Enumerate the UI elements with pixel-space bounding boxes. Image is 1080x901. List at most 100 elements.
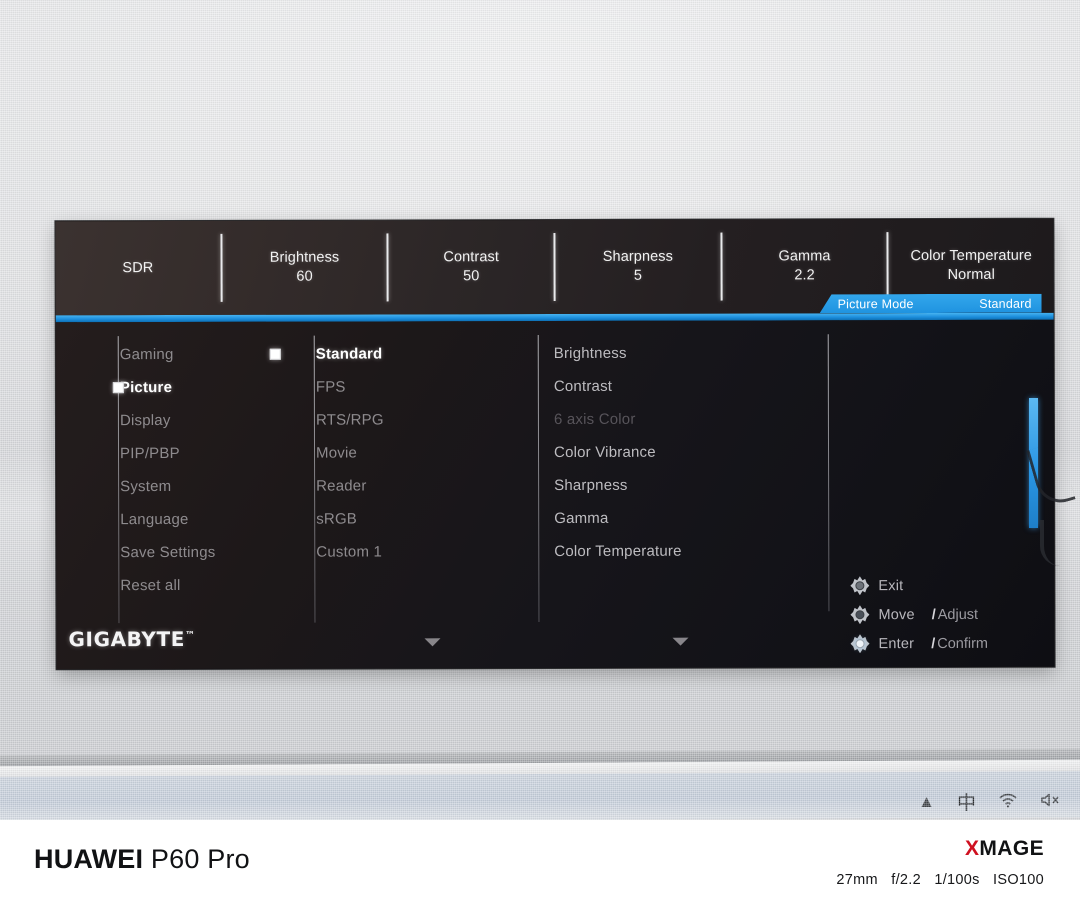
joystick-enter-icon bbox=[850, 634, 869, 653]
status-value: Normal bbox=[947, 266, 995, 283]
status-item-contrast: Contrast 50 bbox=[389, 248, 554, 286]
setting-item-brightness[interactable]: Brightness bbox=[554, 336, 828, 370]
xmage-text: MAGE bbox=[979, 837, 1044, 860]
menu-item-label: Brightness bbox=[553, 344, 627, 363]
osd-menu-body: Gaming Picture Display PIP/PBP System La… bbox=[55, 319, 1055, 670]
exif-shutter-speed: 1/100s bbox=[934, 872, 980, 888]
hint-label: Move bbox=[878, 606, 915, 623]
setting-item-color-temperature[interactable]: Color Temperature bbox=[554, 534, 828, 568]
menu-item-picture[interactable]: Picture bbox=[112, 371, 276, 404]
menu-item-label: Standard bbox=[315, 345, 383, 363]
status-title: Brightness bbox=[269, 250, 340, 267]
xmage-logo: XMAGE bbox=[965, 837, 1044, 861]
picture-mode-label: Picture Mode bbox=[837, 296, 914, 311]
status-value: 5 bbox=[633, 267, 643, 284]
status-title: Sharpness bbox=[602, 249, 674, 266]
menu-value-pane: Exit Move / Adjust Enter / Confirm bbox=[827, 320, 1055, 668]
setting-item-contrast[interactable]: Contrast bbox=[554, 369, 828, 403]
menu-item-reset-all[interactable]: Reset all bbox=[120, 569, 276, 602]
menu-item-label: Save Settings bbox=[120, 543, 216, 562]
status-title: SDR bbox=[122, 259, 154, 276]
status-item-gamma: Gamma 2.2 bbox=[722, 248, 887, 286]
status-value: 60 bbox=[296, 268, 313, 285]
hint-exit: Exit bbox=[850, 576, 988, 595]
device-credit: HUAWEI P60 Pro bbox=[34, 844, 250, 875]
joystick-exit-icon bbox=[850, 576, 869, 595]
setting-item-gamma[interactable]: Gamma bbox=[554, 501, 828, 535]
menu-item-label: Language bbox=[120, 510, 189, 529]
menu-item-label: Reader bbox=[316, 477, 367, 495]
gigabyte-logo: GIGABYTE™ bbox=[68, 627, 195, 651]
menu-item-pip-pbp[interactable]: PIP/PBP bbox=[120, 437, 276, 470]
menu-item-label: Movie bbox=[316, 444, 358, 462]
selection-marker bbox=[112, 382, 124, 394]
menu-item-display[interactable]: Display bbox=[120, 404, 276, 437]
selection-marker bbox=[269, 348, 281, 360]
menu-item-label: sRGB bbox=[316, 510, 358, 528]
monitor-osd-panel: SDR Brightness 60 Contrast 50 Sharpness … bbox=[55, 218, 1055, 670]
mode-item-rts-rpg[interactable]: RTS/RPG bbox=[316, 403, 538, 437]
menu-item-label: Color Temperature bbox=[554, 542, 682, 561]
hint-secondary: / Confirm bbox=[931, 635, 989, 652]
status-title: Color Temperature bbox=[910, 248, 1032, 265]
xmage-x: X bbox=[964, 837, 980, 860]
ime-chinese-icon[interactable]: 中 bbox=[957, 788, 976, 815]
picture-mode-value: Standard bbox=[979, 296, 1032, 311]
joystick-hints: Exit Move / Adjust Enter / Confirm bbox=[850, 576, 988, 653]
status-value: 2.2 bbox=[794, 267, 815, 284]
status-item-sdr: SDR bbox=[56, 259, 221, 278]
status-item-sharpness: Sharpness 5 bbox=[556, 248, 721, 286]
device-brand: HUAWEI bbox=[34, 844, 144, 874]
menu-item-gaming[interactable]: Gaming bbox=[120, 338, 276, 371]
gigabyte-wordmark: GIGABYTE bbox=[68, 626, 186, 652]
menu-item-label: Sharpness bbox=[554, 476, 628, 495]
menu-item-label: Display bbox=[119, 412, 171, 430]
chevron-down-icon[interactable] bbox=[424, 638, 441, 647]
hint-label: Exit bbox=[878, 577, 904, 594]
menu-item-language[interactable]: Language bbox=[120, 503, 276, 536]
setting-item-color-vibrance[interactable]: Color Vibrance bbox=[554, 435, 828, 469]
menu-item-label: FPS bbox=[315, 378, 346, 396]
hint-label: Enter bbox=[878, 635, 915, 652]
volume-muted-icon[interactable] bbox=[1040, 792, 1062, 811]
menu-column-picture-modes: Standard FPS RTS/RPG Movie Reader sRGB C… bbox=[269, 321, 539, 669]
exif-line: 27mm f/2.2 1/100s ISO100 bbox=[836, 872, 1044, 888]
mode-item-fps[interactable]: FPS bbox=[316, 370, 538, 404]
menu-item-label: 6 axis Color bbox=[553, 410, 636, 429]
menu-item-save-settings[interactable]: Save Settings bbox=[120, 536, 276, 569]
menu-item-label: System bbox=[120, 478, 172, 496]
chevron-up-icon[interactable]: ▲ bbox=[918, 793, 935, 810]
menu-item-label: Contrast bbox=[553, 377, 613, 396]
wifi-icon[interactable] bbox=[998, 793, 1018, 811]
setting-item-sharpness[interactable]: Sharpness bbox=[554, 468, 828, 502]
joystick-move-icon bbox=[850, 605, 869, 624]
menu-column-picture-settings: Brightness Contrast 6 axis Color Color V… bbox=[537, 320, 829, 668]
menu-item-label: Reset all bbox=[120, 576, 181, 595]
menu-item-system[interactable]: System bbox=[120, 470, 276, 503]
mode-item-custom-1[interactable]: Custom 1 bbox=[316, 535, 538, 569]
cable-secondary bbox=[1040, 520, 1066, 566]
mode-item-reader[interactable]: Reader bbox=[316, 469, 538, 503]
chevron-down-icon[interactable] bbox=[672, 637, 689, 646]
mode-item-movie[interactable]: Movie bbox=[316, 436, 538, 470]
mode-item-srgb[interactable]: sRGB bbox=[316, 502, 538, 536]
picture-mode-tab: Picture Mode Standard bbox=[820, 294, 1042, 314]
hint-secondary: / Adjust bbox=[931, 606, 979, 623]
exif-focal-length: 27mm bbox=[836, 872, 878, 888]
menu-rail bbox=[537, 335, 540, 623]
hint-secondary-label: Adjust bbox=[937, 606, 979, 623]
exif-iso: ISO100 bbox=[993, 872, 1044, 888]
status-value: 50 bbox=[463, 268, 480, 285]
exif-aperture: f/2.2 bbox=[891, 872, 921, 888]
mode-item-standard[interactable]: Standard bbox=[269, 337, 538, 371]
menu-item-label: Custom 1 bbox=[316, 543, 383, 561]
menu-item-label: PIP/PBP bbox=[120, 444, 180, 463]
status-item-color-temperature: Color Temperature Normal bbox=[889, 247, 1054, 285]
hint-enter: Enter / Confirm bbox=[850, 634, 988, 653]
photo-caption-bar: HUAWEI P60 Pro XMAGE 27mm f/2.2 1/100s I… bbox=[0, 820, 1080, 901]
menu-item-label: Gamma bbox=[554, 509, 609, 528]
screenshot-root: ▲ 中 SDR Brightness 60 Contrast 50 Sharpn… bbox=[0, 0, 1080, 901]
setting-item-6-axis-color: 6 axis Color bbox=[554, 402, 828, 436]
windows-taskbar-tray: ▲ 中 bbox=[918, 788, 1062, 815]
device-model: P60 Pro bbox=[150, 844, 250, 874]
